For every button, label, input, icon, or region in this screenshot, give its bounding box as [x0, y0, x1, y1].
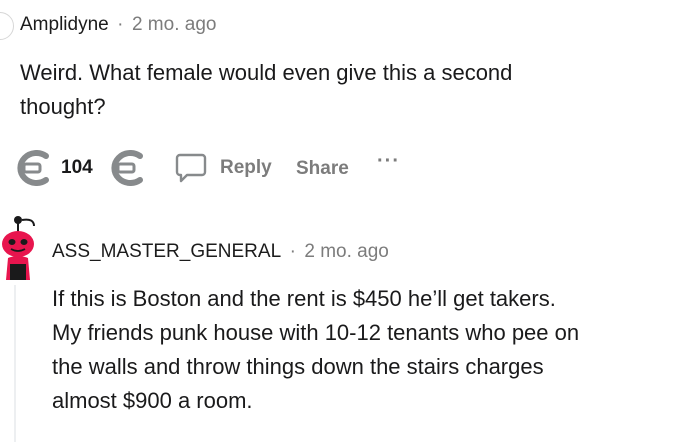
timestamp[interactable]: 2 mo. ago	[132, 14, 217, 35]
comment-body-line: the walls and throw things down the stai…	[52, 354, 544, 379]
share-button[interactable]: Share	[296, 158, 349, 180]
speech-bubble-icon	[174, 152, 208, 184]
author-name[interactable]: Amplidyne	[20, 14, 109, 35]
reply-button[interactable]: Reply	[174, 152, 272, 184]
reply-label: Reply	[220, 157, 272, 178]
comment-body: Weird. What female would even give this …	[20, 56, 680, 124]
downvote-icon[interactable]	[106, 150, 146, 191]
avatar-partial[interactable]	[0, 12, 14, 40]
comment-body-line: Weird. What female would even give this …	[20, 60, 513, 85]
avatar[interactable]	[0, 212, 36, 287]
comment-body-line: My friends punk house with 10-12 tenants…	[52, 320, 580, 345]
author-name[interactable]: ASS_MASTER_GENERAL	[52, 241, 281, 262]
upvote-icon[interactable]	[12, 150, 52, 191]
comment-body-line: If this is Boston and the rent is $450 h…	[52, 286, 556, 311]
comment-meta: Amplidyne · 2 mo. ago	[20, 14, 216, 36]
more-options-icon[interactable]: ···	[377, 150, 400, 173]
comment-body-line: thought?	[20, 94, 106, 119]
comment-body-line: almost $900 a room.	[52, 388, 253, 413]
meta-separator: ·	[117, 14, 124, 35]
vote-score: 104	[61, 157, 93, 178]
meta-separator: ·	[289, 241, 296, 262]
comment-body: If this is Boston and the rent is $450 h…	[52, 282, 692, 418]
comment-meta: ASS_MASTER_GENERAL · 2 mo. ago	[52, 241, 389, 263]
thread-line[interactable]	[14, 285, 16, 442]
timestamp[interactable]: 2 mo. ago	[304, 241, 389, 262]
